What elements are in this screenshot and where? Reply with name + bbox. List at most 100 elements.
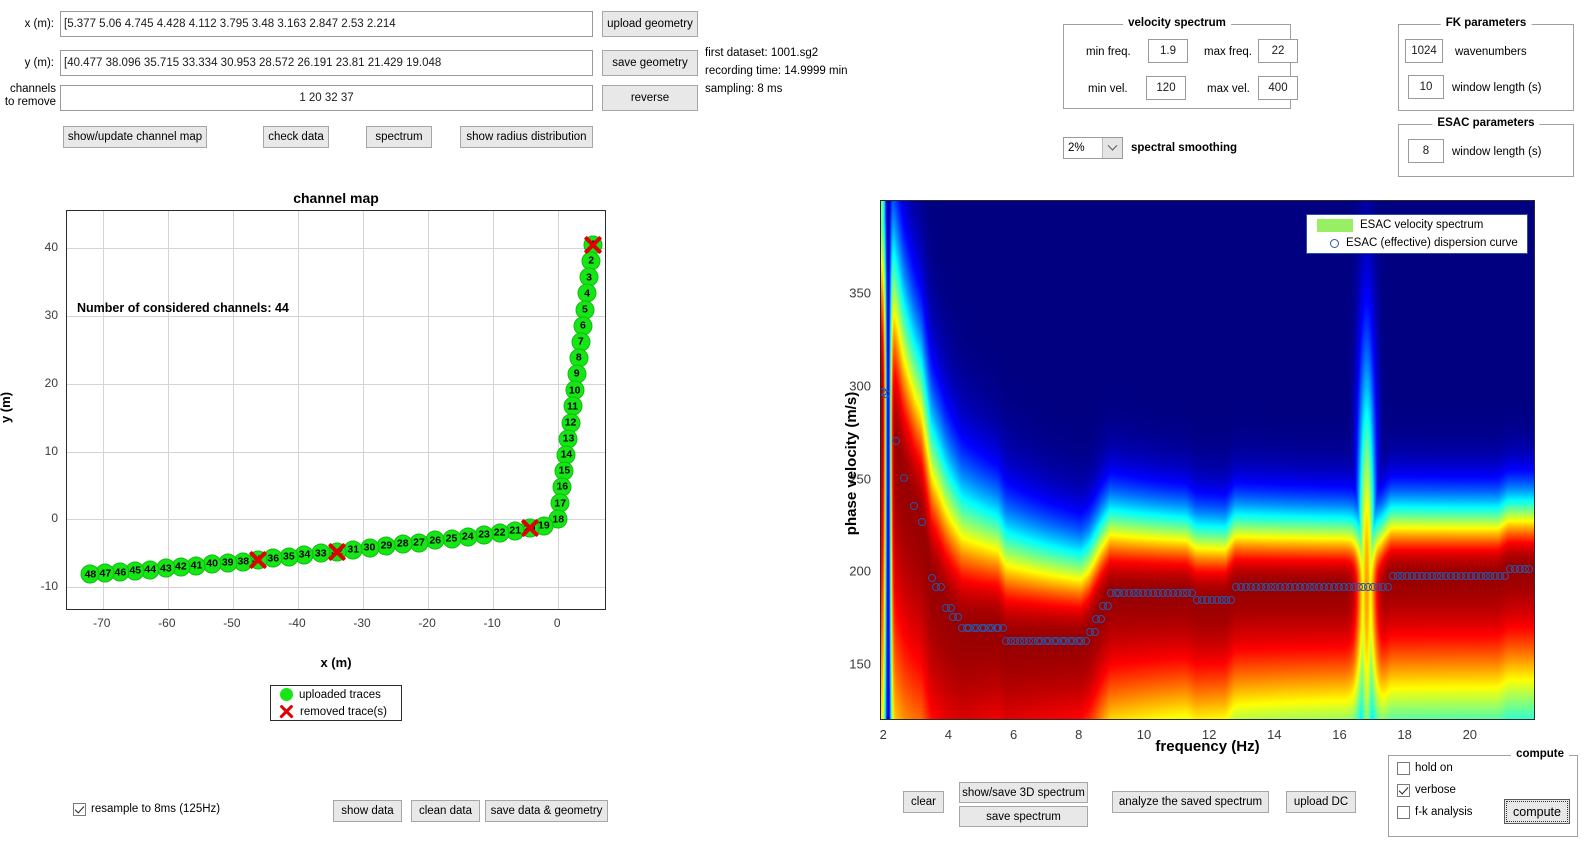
channel-map-title: channel map — [293, 190, 379, 206]
clear-button[interactable]: clear — [903, 791, 944, 813]
y-field-label: y (m): — [24, 57, 54, 69]
resample-label: resample to 8ms (125Hz) — [91, 803, 221, 815]
fk-analysis-label: f-k analysis — [1415, 806, 1473, 818]
max-vel-input[interactable]: 400 — [1258, 76, 1298, 100]
gridline-horizontal — [67, 248, 605, 250]
channel-node[interactable]: 25 — [442, 529, 461, 549]
dispersion-curve-point — [999, 624, 1008, 633]
fk-analysis-checkbox-row[interactable]: f-k analysis — [1397, 806, 1473, 819]
x-values-input[interactable]: [5.377 5.06 4.745 4.428 4.112 3.795 3.48… — [60, 11, 593, 37]
dispersion-curve-point — [927, 574, 936, 582]
legend-item-removed-traces: removed trace(s) — [275, 703, 401, 720]
save-geometry-button[interactable]: save geometry — [602, 50, 698, 76]
reverse-button[interactable]: reverse — [602, 85, 698, 111]
dispersion-curve-point — [899, 473, 908, 482]
resample-checkbox[interactable] — [73, 803, 86, 816]
spectral-smoothing-select[interactable]: 2% — [1063, 137, 1123, 159]
show-radius-distribution-button[interactable]: show radius distribution — [460, 126, 593, 148]
fk-window-length-label: window length (s) — [1452, 82, 1542, 94]
compute-button[interactable]: compute — [1504, 799, 1570, 824]
channel-node[interactable]: 32 — [327, 542, 347, 562]
channel-map-y-axis-label: y (m) — [0, 391, 14, 423]
min-freq-input[interactable]: 1.9 — [1148, 39, 1188, 63]
verbose-checkbox[interactable] — [1397, 784, 1410, 797]
check-data-button[interactable]: check data — [263, 126, 329, 148]
dispersion-curve-point — [881, 390, 890, 399]
spectrum-button[interactable]: spectrum — [366, 126, 432, 148]
hold-on-checkbox-row[interactable]: hold on — [1397, 762, 1453, 775]
channel-node[interactable]: 28 — [393, 534, 413, 554]
channel-node[interactable]: 23 — [474, 525, 494, 545]
channel-node[interactable]: 30 — [360, 538, 380, 558]
upload-dc-button[interactable]: upload DC — [1286, 791, 1356, 813]
dispersion-curve-point — [1097, 614, 1106, 623]
y-tick-label: 30 — [44, 308, 58, 323]
velocity-spectrum-panel-title: velocity spectrum — [1123, 17, 1231, 29]
y-tick-label: 20 — [44, 375, 58, 390]
esac-window-length-input[interactable]: 8 — [1408, 139, 1444, 163]
recording-time-text: recording time: 14.9999 min — [705, 65, 848, 77]
gridline-vertical — [428, 211, 430, 609]
dispersion-curve-point — [909, 501, 918, 510]
min-vel-label: min vel. — [1088, 83, 1128, 95]
channel-map-figure: channel map Number of considered channel… — [0, 185, 660, 745]
green-swatch-icon — [1317, 218, 1353, 232]
channel-map-axes[interactable]: Number of considered channels: 44 1 2 3 4 5 6 7… — [66, 210, 606, 610]
legend-label-uploaded: uploaded traces — [299, 688, 381, 701]
save-data-geometry-button[interactable]: save data & geometry — [485, 800, 608, 822]
legend-label-esac-spectrum: ESAC velocity spectrum — [1360, 219, 1484, 231]
legend-label-dispersion-curve: ESAC (effective) dispersion curve — [1346, 237, 1518, 249]
channel-node[interactable]: 31 — [343, 540, 363, 560]
spectral-smoothing-value: 2% — [1068, 142, 1085, 154]
y-tick-label: 40 — [44, 240, 58, 255]
hold-on-label: hold on — [1415, 762, 1453, 774]
verbose-checkbox-row[interactable]: verbose — [1397, 784, 1456, 797]
clean-data-button[interactable]: clean data — [411, 800, 480, 822]
fk-window-length-input[interactable]: 10 — [1408, 75, 1444, 99]
channel-map-legend: uploaded traces removed trace(s) — [270, 685, 402, 721]
gridline-vertical — [102, 211, 104, 609]
dispersion-curve-point — [1103, 601, 1112, 610]
spectrum-y-tick-label: 150 — [849, 656, 871, 672]
channel-node[interactable]: 24 — [458, 527, 478, 547]
channels-to-remove-label-line2: to remove — [4, 96, 56, 108]
dispersion-curve-point — [1090, 627, 1099, 636]
dispersion-curve-point — [947, 603, 956, 612]
y-tick-label: -10 — [40, 579, 58, 594]
channel-map-x-axis-label: x (m) — [320, 655, 352, 670]
show-update-channel-map-button[interactable]: show/update channel map — [63, 126, 207, 148]
channel-node[interactable]: 33 — [311, 543, 331, 563]
chevron-down-icon[interactable] — [1102, 138, 1122, 158]
channel-node[interactable]: 26 — [425, 530, 445, 550]
y-values-input[interactable]: [40.477 38.096 35.715 33.334 30.953 28.5… — [60, 50, 593, 76]
considered-channels-note: Number of considered channels: 44 — [77, 301, 289, 315]
show-save-3d-spectrum-button[interactable]: show/save 3D spectrum — [959, 782, 1088, 803]
channels-to-remove-input[interactable]: 1 20 32 37 — [60, 85, 593, 111]
dispersion-curve-point — [1383, 583, 1392, 592]
spectrum-y-tick-label: 200 — [849, 563, 871, 579]
legend-item-dispersion-curve: ESAC (effective) dispersion curve — [1311, 235, 1527, 251]
save-spectrum-button[interactable]: save spectrum — [959, 806, 1088, 827]
dispersion-curve-point — [1082, 637, 1091, 646]
wavenumbers-input[interactable]: 1024 — [1405, 39, 1443, 63]
channel-node[interactable]: 29 — [376, 536, 396, 556]
gridline-horizontal — [67, 316, 605, 318]
show-data-button[interactable]: show data — [333, 800, 402, 822]
upload-geometry-button[interactable]: upload geometry — [602, 11, 698, 37]
hold-on-checkbox[interactable] — [1397, 762, 1410, 775]
dispersion-curve-point — [1525, 564, 1534, 573]
spectrum-x-axis-label: frequency (Hz) — [1155, 738, 1260, 755]
resample-checkbox-row[interactable]: resample to 8ms (125Hz) — [73, 803, 220, 816]
fk-analysis-checkbox[interactable] — [1397, 806, 1410, 819]
max-freq-input[interactable]: 22 — [1258, 39, 1298, 63]
dispersion-curve-point — [917, 518, 926, 527]
fk-parameters-panel-title: FK parameters — [1440, 17, 1532, 29]
channel-node[interactable]: 48 — [80, 564, 100, 584]
analyze-saved-spectrum-button[interactable]: analyze the saved spectrum — [1112, 791, 1269, 813]
velocity-spectrum-legend: ESAC velocity spectrum ESAC (effective) … — [1306, 214, 1528, 254]
legend-item-uploaded-traces: uploaded traces — [275, 686, 401, 703]
velocity-spectrum-axes[interactable]: ESAC velocity spectrum ESAC (effective) … — [880, 200, 1535, 720]
channel-node[interactable]: 27 — [409, 533, 429, 553]
verbose-label: verbose — [1415, 784, 1456, 796]
min-vel-input[interactable]: 120 — [1146, 76, 1186, 100]
